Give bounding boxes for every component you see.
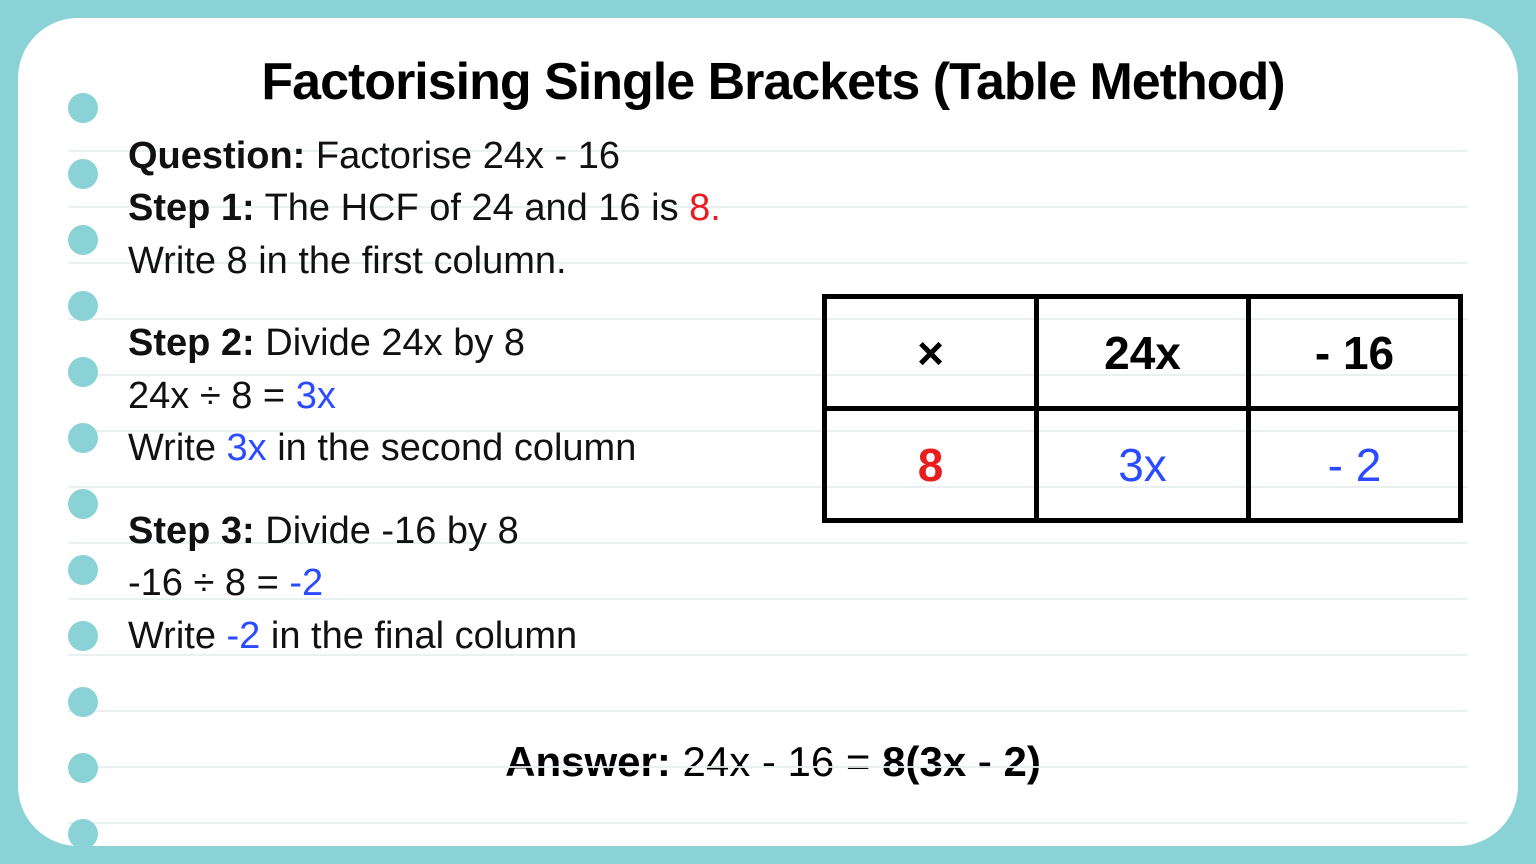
step1-highlight: 8 [689, 187, 710, 229]
question-block: Question: Factorise 24x - 16 Step 1: The… [128, 130, 778, 287]
step3-line3-hl: -2 [227, 615, 261, 657]
step2-line3-hl: 3x [227, 427, 267, 469]
table-factor1: 3x [1037, 409, 1249, 521]
step1-text-a: The HCF of 24 and 16 is [255, 187, 689, 229]
step3-text-a: Divide -16 by 8 [255, 510, 519, 552]
page-title: Factorising Single Brackets (Table Metho… [128, 52, 1478, 112]
hole-dot [68, 489, 98, 519]
hole-dot [68, 555, 98, 585]
step2-line3a: Write [128, 427, 227, 469]
step3-line2a: -16 ÷ 8 = [128, 562, 289, 604]
hole-dot [68, 753, 98, 783]
factor-table: × 24x - 16 8 3x - 2 [822, 294, 1463, 523]
step2-label: Step 2: [128, 322, 255, 364]
binder-holes [68, 93, 98, 846]
answer-expr: 24x - 16 = [671, 738, 882, 785]
step3-line3b: in the final column [260, 615, 577, 657]
table-header-mult: × [825, 297, 1037, 409]
step3-line3a: Write [128, 615, 227, 657]
hole-dot [68, 687, 98, 717]
step2-line2-hl: 3x [296, 375, 336, 417]
answer-line: Answer: 24x - 16 = 8(3x - 2) [128, 738, 1478, 786]
step3-label: Step 3: [128, 510, 255, 552]
table-column: × 24x - 16 8 3x - 2 [798, 130, 1478, 692]
table-header-term1: 24x [1037, 297, 1249, 409]
answer-label: Answer: [505, 738, 671, 785]
answer-result: 8(3x - 2) [882, 738, 1041, 785]
question-label: Question: [128, 135, 305, 177]
hole-dot [68, 93, 98, 123]
step3-line2-hl: -2 [289, 562, 323, 604]
step1-line2: Write 8 in the first column. [128, 240, 567, 282]
step1-label: Step 1: [128, 187, 255, 229]
hole-dot [68, 291, 98, 321]
step2-text-a: Divide 24x by 8 [255, 322, 525, 364]
steps-column: Question: Factorise 24x - 16 Step 1: The… [128, 130, 778, 692]
table-header-term2: - 16 [1249, 297, 1461, 409]
step2-block: Step 2: Divide 24x by 8 24x ÷ 8 = 3x Wri… [128, 317, 778, 474]
hole-dot [68, 225, 98, 255]
question-text: Factorise 24x - 16 [305, 135, 620, 177]
hole-dot [68, 357, 98, 387]
table-factor2: - 2 [1249, 409, 1461, 521]
lesson-card: Factorising Single Brackets (Table Metho… [18, 18, 1518, 846]
content-area: Question: Factorise 24x - 16 Step 1: The… [128, 130, 1478, 692]
table-hcf: 8 [825, 409, 1037, 521]
hole-dot [68, 423, 98, 453]
step2-line3b: in the second column [267, 427, 637, 469]
step1-dot: . [710, 187, 721, 229]
hole-dot [68, 159, 98, 189]
hole-dot [68, 819, 98, 846]
hole-dot [68, 621, 98, 651]
step3-block: Step 3: Divide -16 by 8 -16 ÷ 8 = -2 Wri… [128, 505, 778, 662]
step2-line2a: 24x ÷ 8 = [128, 375, 296, 417]
